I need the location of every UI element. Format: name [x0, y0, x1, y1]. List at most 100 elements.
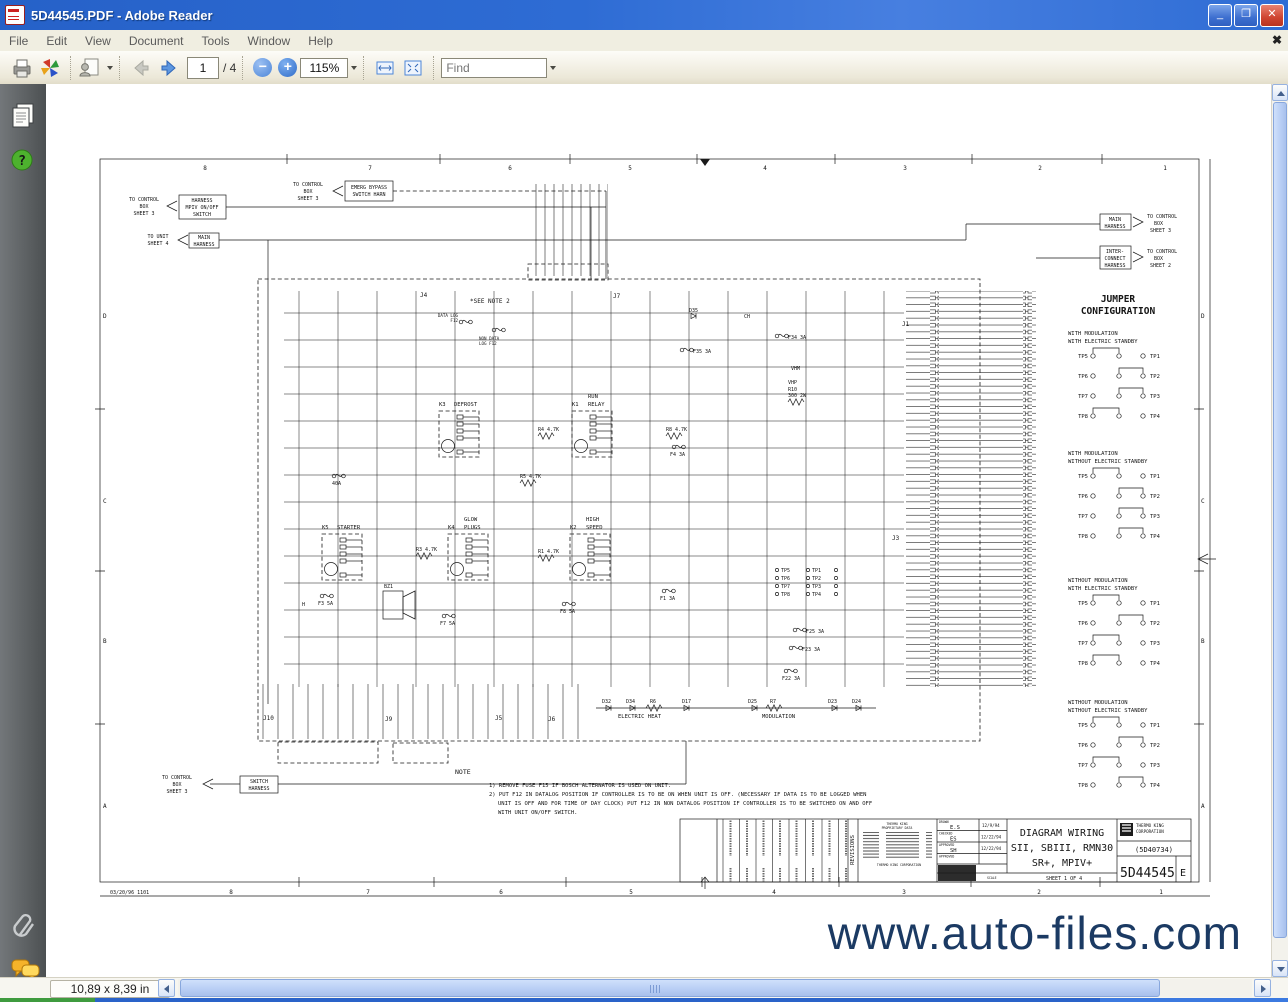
- svg-text:WITH ELECTRIC STANDBY: WITH ELECTRIC STANDBY: [1068, 586, 1138, 592]
- svg-text:TP4: TP4: [1150, 534, 1161, 540]
- menu-view[interactable]: View: [76, 34, 120, 48]
- svg-text:F1 3A: F1 3A: [660, 596, 675, 602]
- svg-text:TP8: TP8: [1078, 661, 1088, 667]
- svg-text:5: 5: [629, 889, 633, 896]
- svg-text:TP1: TP1: [1150, 474, 1160, 480]
- svg-text:J10: J10: [263, 715, 274, 722]
- svg-text:2: 2: [1037, 889, 1041, 896]
- zoom-level-value[interactable]: 115%: [300, 58, 348, 78]
- title-block: REVISIONS THERMO KING PROPRIETARY DATA T…: [680, 819, 1191, 882]
- page-number-input[interactable]: [187, 57, 219, 79]
- svg-text:J7: J7: [613, 293, 621, 300]
- svg-text:F23 3A: F23 3A: [802, 647, 820, 653]
- svg-text:TP2: TP2: [1150, 374, 1160, 380]
- svg-text:BOX: BOX: [172, 782, 181, 788]
- find-input[interactable]: [441, 58, 547, 78]
- fit-width-button[interactable]: [371, 54, 399, 82]
- svg-text:F3 5A: F3 5A: [318, 601, 333, 607]
- svg-text:SWITCH: SWITCH: [250, 779, 268, 785]
- svg-text:F8 5A: F8 5A: [560, 609, 575, 615]
- svg-text:BOX: BOX: [1154, 256, 1163, 262]
- status-bar: 10,89 x 8,39 in: [0, 977, 1288, 999]
- scroll-right-button[interactable]: [1254, 979, 1271, 997]
- menu-edit[interactable]: Edit: [37, 34, 76, 48]
- svg-text:7: 7: [366, 889, 370, 896]
- svg-text:8: 8: [229, 889, 233, 896]
- svg-text:SHEET 2: SHEET 2: [1150, 263, 1171, 269]
- svg-text:TP6: TP6: [1078, 743, 1088, 749]
- vertical-scroll-thumb[interactable]: [1273, 102, 1287, 938]
- document-page: 8 7 6 5 4 3 2 1 8 7 6 5 4 3 2 1 D C B A: [46, 84, 1272, 977]
- svg-text:BOX: BOX: [303, 189, 312, 195]
- jumper-row: TP6 TP2: [1078, 737, 1160, 749]
- minimize-button[interactable]: _: [1208, 4, 1232, 27]
- svg-text:CORPORATION: CORPORATION: [1136, 829, 1164, 834]
- svg-text:TP7: TP7: [1078, 394, 1088, 400]
- scroll-up-button[interactable]: [1272, 84, 1288, 101]
- svg-text:12/22/94: 12/22/94: [981, 846, 1002, 851]
- svg-text:BOX: BOX: [139, 204, 148, 210]
- svg-text:RELAY: RELAY: [588, 402, 605, 408]
- scroll-left-button[interactable]: [158, 979, 175, 997]
- svg-text:THERMO KING CORPORATION: THERMO KING CORPORATION: [877, 863, 921, 867]
- print-button[interactable]: [8, 54, 36, 82]
- svg-text:TO CONTROL: TO CONTROL: [129, 197, 159, 203]
- svg-text:TP3: TP3: [1150, 763, 1160, 769]
- svg-text:TP7: TP7: [1078, 514, 1088, 520]
- svg-text:TO CONTROL: TO CONTROL: [1147, 214, 1177, 220]
- horizontal-scrollbar[interactable]: [178, 979, 1252, 997]
- previous-page-button[interactable]: [127, 54, 155, 82]
- zoom-in-button[interactable]: +: [278, 58, 297, 77]
- svg-text:TP2: TP2: [1150, 743, 1160, 749]
- menu-window[interactable]: Window: [239, 34, 300, 48]
- jumper-row: TP5TP1: [1078, 595, 1160, 607]
- svg-text:THERMO KING: THERMO KING: [1136, 823, 1164, 828]
- svg-text:TP3: TP3: [1150, 514, 1160, 520]
- menubar-close-icon[interactable]: ✖: [1272, 33, 1282, 47]
- svg-text:TP4: TP4: [1150, 661, 1161, 667]
- svg-text:SHEET 1 OF 4: SHEET 1 OF 4: [1046, 876, 1082, 882]
- svg-text:R5 4.7K: R5 4.7K: [520, 474, 541, 480]
- menu-help[interactable]: Help: [299, 34, 342, 48]
- svg-text:12/9/94: 12/9/94: [982, 823, 1000, 828]
- title-bar: 5D44545.PDF - Adobe Reader _ ❐ ✕: [0, 0, 1288, 30]
- pages-panel-icon[interactable]: [10, 102, 36, 128]
- attachments-panel-icon[interactable]: [10, 912, 36, 938]
- zoom-chevron-down-icon[interactable]: [351, 66, 357, 70]
- pdf-file-icon: [5, 5, 25, 25]
- svg-text:WITHOUT ELECTRIC STANDBY: WITHOUT ELECTRIC STANDBY: [1068, 459, 1148, 465]
- svg-text:3: 3: [903, 165, 907, 172]
- svg-text:R1 4.7K: R1 4.7K: [538, 549, 559, 555]
- find-chevron-down-icon[interactable]: [550, 66, 556, 70]
- svg-text:ES: ES: [950, 837, 957, 843]
- menu-document[interactable]: Document: [120, 34, 193, 48]
- jumper-row: TP5TP1: [1078, 468, 1160, 480]
- svg-text:DRAWN: DRAWN: [939, 820, 949, 824]
- sign-collaborate-button[interactable]: [78, 54, 113, 82]
- jumper-row: TP8TP4: [1078, 777, 1161, 789]
- svg-text:?: ?: [18, 154, 26, 169]
- menu-tools[interactable]: Tools: [193, 34, 239, 48]
- restore-button[interactable]: ❐: [1234, 4, 1258, 27]
- note-block: NOTE 1) REMOVE FUSE F15 IF BOSCH ALTERNA…: [455, 768, 872, 816]
- svg-text:PROPRIETARY DATA: PROPRIETARY DATA: [882, 826, 913, 830]
- scroll-down-button[interactable]: [1272, 960, 1288, 977]
- toolbar: / 4 − + 115%: [0, 51, 1288, 85]
- next-page-button[interactable]: [155, 54, 183, 82]
- menu-file[interactable]: File: [0, 34, 37, 48]
- svg-text:4: 4: [772, 889, 776, 896]
- vertical-scrollbar[interactable]: [1271, 84, 1288, 977]
- svg-text:F7 5A: F7 5A: [440, 621, 455, 627]
- close-button[interactable]: ✕: [1260, 4, 1284, 27]
- svg-text:TO CONTROL: TO CONTROL: [293, 182, 323, 188]
- svg-text:TP7: TP7: [1078, 641, 1088, 647]
- acrobat-tools-button[interactable]: [36, 54, 64, 82]
- svg-text:TP1: TP1: [1150, 723, 1160, 729]
- help-icon[interactable]: ?: [10, 148, 36, 174]
- svg-text:WITH MODULATION: WITH MODULATION: [1068, 451, 1118, 457]
- svg-text:J5: J5: [495, 715, 503, 722]
- horizontal-scroll-thumb[interactable]: [180, 979, 1160, 997]
- svg-text:K5: K5: [322, 525, 329, 531]
- fit-page-button[interactable]: [399, 54, 427, 82]
- zoom-out-button[interactable]: −: [253, 58, 272, 77]
